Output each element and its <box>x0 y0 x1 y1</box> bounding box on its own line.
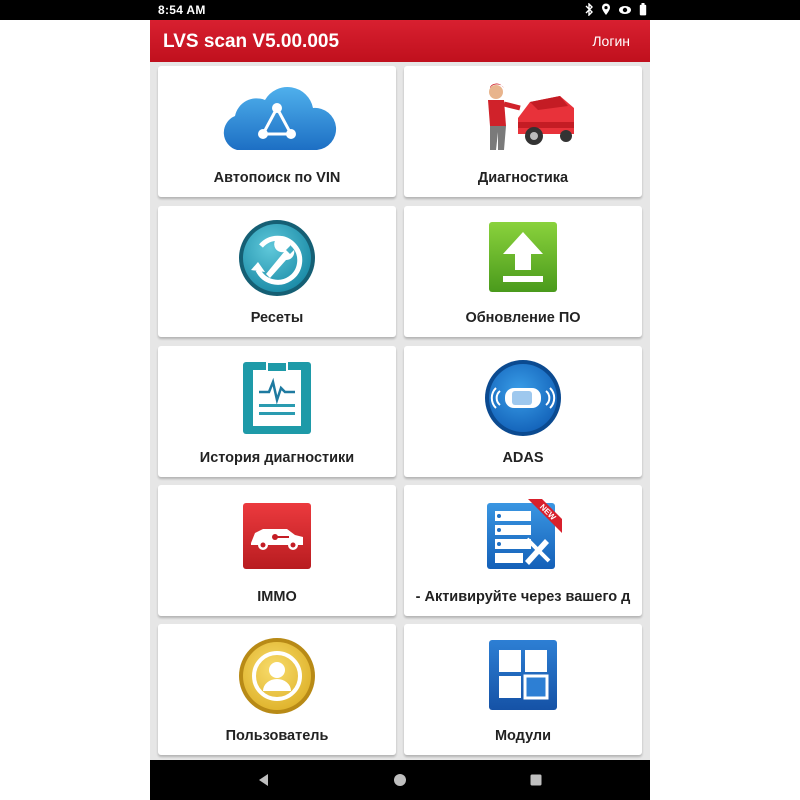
tile-vin-autosearch[interactable]: Автопоиск по VIN <box>158 66 396 197</box>
adas-car-icon <box>485 360 561 436</box>
recents-icon[interactable] <box>528 772 544 788</box>
tile-label: История диагностики <box>199 450 355 466</box>
mechanic-car-icon <box>488 83 574 150</box>
tile-label: Автопоиск по VIN <box>213 170 341 186</box>
nav-bar <box>150 760 650 800</box>
user-icon <box>239 638 315 714</box>
tile-label: Модули <box>494 728 552 744</box>
bluetooth-icon <box>585 2 594 20</box>
app-window: LVS scan V5.00.005 Логин Автопоиск по VI… <box>150 20 650 760</box>
tile-label: ADAS <box>502 450 544 466</box>
tile-modules[interactable]: Модули <box>404 624 642 755</box>
tile-diagnostic-history[interactable]: История диагностики <box>158 346 396 477</box>
new-badge: NEW <box>528 499 562 533</box>
tile-activate[interactable]: NEW - Активируйте через вашего д <box>404 485 642 616</box>
eye-icon <box>618 4 632 20</box>
tile-adas[interactable]: ADAS <box>404 346 642 477</box>
login-button[interactable]: Логин <box>592 33 630 49</box>
tile-label: Диагностика <box>477 170 569 186</box>
modules-grid-icon <box>489 640 557 710</box>
tile-user[interactable]: Пользователь <box>158 624 396 755</box>
app-title: LVS scan V5.00.005 <box>163 31 340 52</box>
tile-label: Пользователь <box>225 728 329 744</box>
status-icons <box>585 2 647 20</box>
tile-immo[interactable]: IMMO <box>158 485 396 616</box>
car-key-icon <box>243 503 311 569</box>
tile-software-update[interactable]: Обновление ПО <box>404 206 642 337</box>
location-icon <box>601 3 611 20</box>
reset-wrench-icon <box>239 220 315 296</box>
tile-label: Ресеты <box>250 310 304 326</box>
clipboard-history-icon <box>243 361 311 434</box>
tile-label: IMMO <box>257 589 297 605</box>
cloud-share-icon <box>223 87 337 150</box>
tile-diagnostics[interactable]: Диагностика <box>404 66 642 197</box>
home-icon[interactable] <box>392 772 408 788</box>
battery-icon <box>639 3 647 20</box>
tile-resets[interactable]: Ресеты <box>158 206 396 337</box>
status-bar: 8:54 AM <box>0 0 800 20</box>
title-bar: LVS scan V5.00.005 Логин <box>150 20 650 62</box>
status-time: 8:54 AM <box>158 3 206 17</box>
tile-label: Обновление ПО <box>465 310 581 326</box>
tile-label: - Активируйте через вашего д <box>415 589 631 605</box>
upload-arrow-icon <box>489 222 557 292</box>
back-icon[interactable] <box>256 772 272 788</box>
